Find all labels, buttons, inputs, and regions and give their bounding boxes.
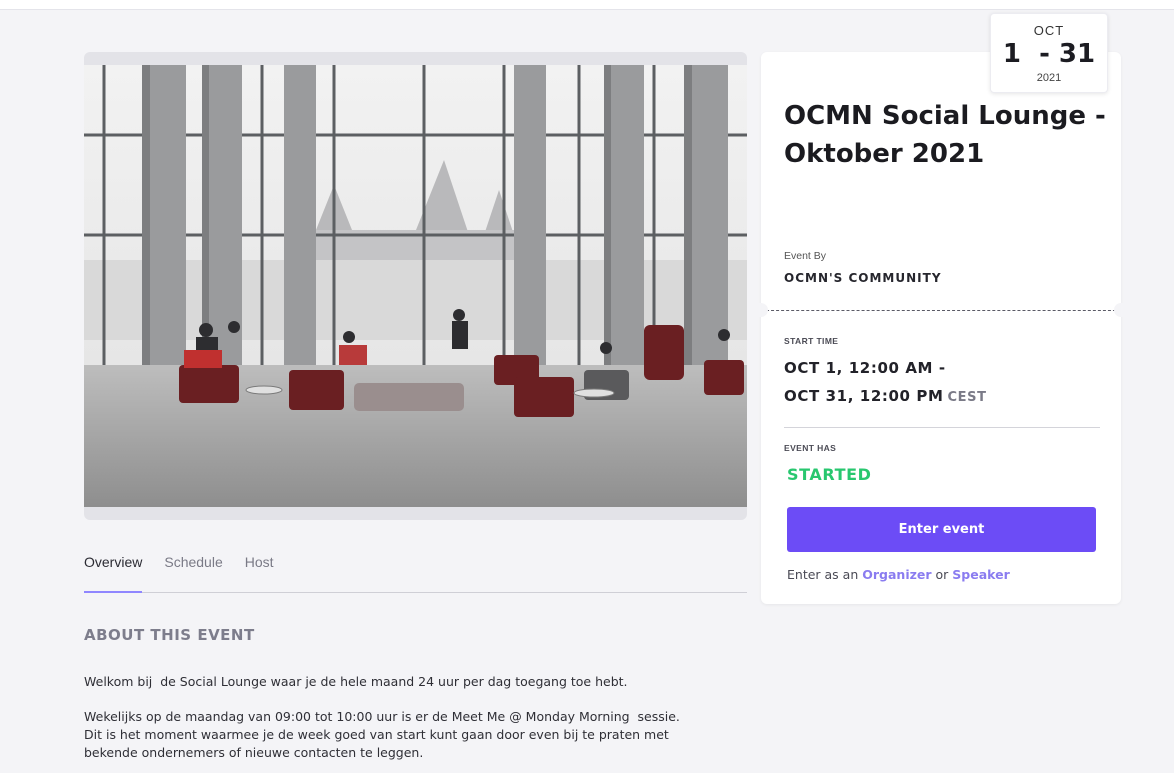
ticket-notch	[1114, 303, 1128, 317]
about-paragraph: Welkom bij de Social Lounge waar je de h…	[84, 674, 628, 689]
date-days: 1 - 31	[1002, 39, 1096, 69]
enter-as-conjunction: or	[935, 567, 949, 582]
start-time-label: START TIME	[784, 336, 839, 346]
enter-as-prefix: Enter as an	[787, 567, 859, 582]
date-month: OCT	[1033, 23, 1065, 38]
organizer-name: OCMN'S COMMUNITY	[784, 271, 942, 285]
event-by-label: Event By	[784, 250, 827, 262]
ticket-notch	[754, 303, 768, 317]
tab-schedule[interactable]: Schedule	[164, 548, 222, 593]
top-bar	[0, 0, 1174, 10]
end-time-value: OCT 31, 12:00 PM	[784, 387, 944, 405]
lounge-photo	[84, 65, 747, 507]
tab-overview[interactable]: Overview	[84, 548, 143, 593]
enter-event-button[interactable]: Enter event	[787, 507, 1096, 552]
about-paragraph: Wekelijks op de maandag van 09:00 tot 10…	[84, 709, 680, 760]
about-title: ABOUT THIS EVENT	[84, 626, 255, 644]
timezone: CEST	[947, 390, 987, 405]
date-badge: OCT 1 - 31 2021	[990, 13, 1108, 93]
enter-as-text: Enter as an Organizer or Speaker	[787, 567, 1010, 582]
event-status-label: EVENT HAS	[784, 443, 837, 453]
enter-as-speaker-link[interactable]: Speaker	[952, 567, 1009, 582]
ticket-perforation	[761, 310, 1121, 311]
event-status: STARTED	[787, 465, 872, 484]
enter-as-organizer-link[interactable]: Organizer	[862, 567, 931, 582]
about-description: Welkom bij de Social Lounge waar je de h…	[84, 673, 744, 773]
divider	[784, 427, 1100, 428]
event-title: OCMN Social Lounge - Oktober 2021	[784, 101, 1106, 169]
end-time: OCT 31, 12:00 PM CEST	[784, 387, 987, 405]
start-time: OCT 1, 12:00 AM -	[784, 359, 946, 377]
tab-host[interactable]: Host	[245, 548, 274, 593]
date-year: 2021	[1036, 72, 1062, 84]
event-tabs: Overview Schedule Host	[84, 548, 747, 593]
event-hero-image	[84, 52, 747, 520]
